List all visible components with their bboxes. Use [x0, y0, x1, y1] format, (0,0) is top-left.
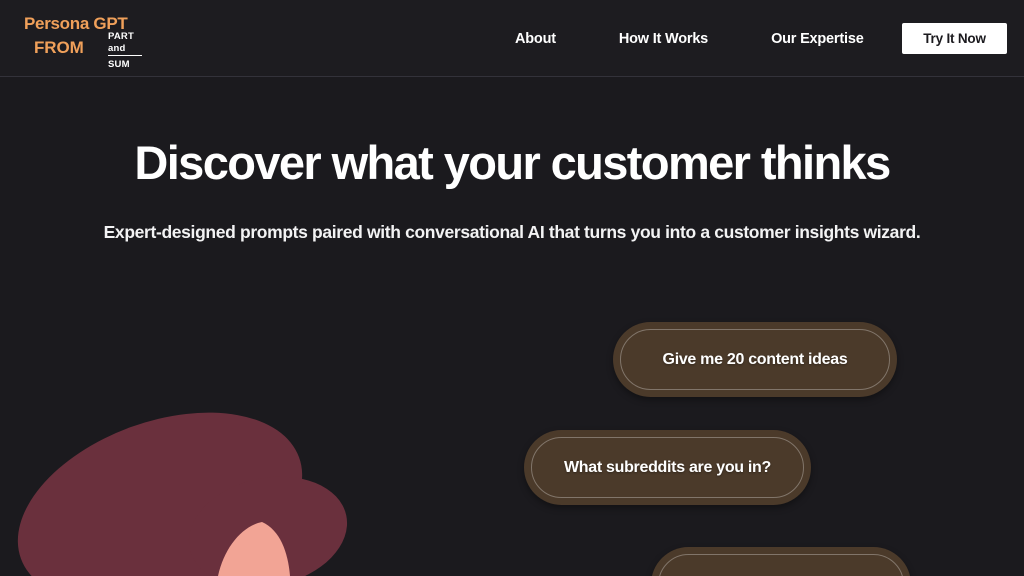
- illustration-face: [218, 522, 290, 576]
- bubble-inner-outline: [658, 554, 904, 576]
- logo-sum-text: SUM: [108, 59, 130, 70]
- main-navigation: About How It Works Our Expertise: [515, 0, 864, 77]
- prompt-bubble-subreddits[interactable]: What subreddits are you in?: [524, 430, 811, 505]
- prompt-bubble-label: Give me 20 content ideas: [662, 350, 848, 368]
- illustration-hair: [17, 412, 348, 576]
- nav-item-our-expertise[interactable]: Our Expertise: [771, 31, 864, 47]
- prompt-bubble-label: What subreddits are you in?: [563, 458, 772, 476]
- brand-logo[interactable]: Persona GPT FROM PART and SUM: [22, 14, 192, 69]
- try-it-now-button[interactable]: Try It Now: [902, 23, 1007, 54]
- logo-partandsum-mark: PART and SUM: [108, 32, 142, 70]
- site-header: Persona GPT FROM PART and SUM About How …: [0, 0, 1024, 77]
- logo-from-label: FROM: [34, 38, 84, 57]
- prompt-bubble-content-ideas[interactable]: Give me 20 content ideas: [613, 322, 897, 397]
- hero-section: Discover what your customer thinks Exper…: [0, 77, 1024, 243]
- logo-and-text: and: [108, 43, 142, 56]
- nav-item-about[interactable]: About: [515, 31, 556, 47]
- logo-part-text: PART: [108, 31, 134, 42]
- prompt-bubble-partial[interactable]: What are Reddi: [651, 547, 911, 576]
- nav-item-how-it-works[interactable]: How It Works: [619, 31, 708, 47]
- hero-subtitle: Expert-designed prompts paired with conv…: [103, 221, 921, 242]
- persona-head-illustration: [17, 412, 348, 576]
- page-title: Discover what your customer thinks: [134, 136, 891, 189]
- landing-page: Persona GPT FROM PART and SUM About How …: [0, 0, 1024, 576]
